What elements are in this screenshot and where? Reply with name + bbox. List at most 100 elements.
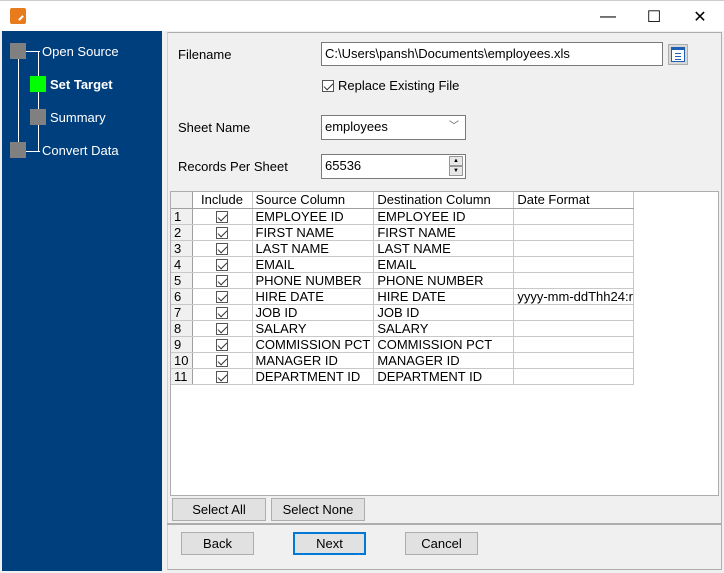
destination-column-cell[interactable]: SALARY xyxy=(373,320,515,337)
back-button[interactable]: Back xyxy=(181,532,254,555)
source-column-cell[interactable]: SALARY xyxy=(252,320,375,337)
destination-column-cell[interactable]: DEPARTMENT ID xyxy=(373,368,515,385)
include-checkbox[interactable] xyxy=(216,291,228,303)
cancel-button[interactable]: Cancel xyxy=(405,532,478,555)
table-row: 10 MANAGER ID MANAGER ID xyxy=(171,352,635,369)
row-number: 11 xyxy=(171,368,193,385)
header-date-format[interactable]: Date Format xyxy=(513,192,635,209)
source-column-cell[interactable]: MANAGER ID xyxy=(252,352,375,369)
column-mapping-table: Include Source Column Destination Column… xyxy=(171,192,635,385)
source-column-cell[interactable]: EMAIL xyxy=(252,256,375,273)
include-cell[interactable] xyxy=(192,224,253,241)
date-format-cell[interactable] xyxy=(513,208,635,225)
include-checkbox[interactable] xyxy=(216,227,228,239)
include-checkbox[interactable] xyxy=(216,307,228,319)
include-cell[interactable] xyxy=(192,336,253,353)
source-column-cell[interactable]: FIRST NAME xyxy=(252,224,375,241)
date-format-cell[interactable] xyxy=(513,272,635,289)
include-cell[interactable] xyxy=(192,368,253,385)
include-cell[interactable] xyxy=(192,304,253,321)
source-column-cell[interactable]: PHONE NUMBER xyxy=(252,272,375,289)
app-icon xyxy=(10,8,26,24)
sheet-name-value: employees xyxy=(325,119,388,134)
include-checkbox[interactable] xyxy=(216,355,228,367)
source-column-cell[interactable]: LAST NAME xyxy=(252,240,375,257)
destination-column-cell[interactable]: EMPLOYEE ID xyxy=(373,208,515,225)
sheet-name-label: Sheet Name xyxy=(178,120,251,135)
include-checkbox[interactable] xyxy=(216,243,228,255)
include-cell[interactable] xyxy=(192,256,253,273)
row-number: 1 xyxy=(171,208,193,225)
select-none-button[interactable]: Select None xyxy=(271,498,365,521)
row-number: 7 xyxy=(171,304,193,321)
destination-column-cell[interactable]: COMMISSION PCT xyxy=(373,336,515,353)
table-row: 7 JOB ID JOB ID xyxy=(171,304,635,321)
minimize-button[interactable]: — xyxy=(585,1,631,32)
include-cell[interactable] xyxy=(192,272,253,289)
records-per-sheet-label: Records Per Sheet xyxy=(178,159,288,174)
header-source-column[interactable]: Source Column xyxy=(252,192,375,209)
select-all-button[interactable]: Select All xyxy=(172,498,266,521)
filename-label: Filename xyxy=(178,47,232,62)
maximize-button[interactable]: ☐ xyxy=(631,1,677,32)
date-format-cell[interactable] xyxy=(513,224,635,241)
minimize-icon: — xyxy=(600,7,616,25)
date-format-cell[interactable] xyxy=(513,336,635,353)
include-cell[interactable] xyxy=(192,288,253,305)
row-number: 10 xyxy=(171,352,193,369)
include-cell[interactable] xyxy=(192,240,253,257)
table-row: 3 LAST NAME LAST NAME xyxy=(171,240,635,257)
row-number: 8 xyxy=(171,320,193,337)
table-row: 5 PHONE NUMBER PHONE NUMBER xyxy=(171,272,635,289)
destination-column-cell[interactable]: HIRE DATE xyxy=(373,288,515,305)
source-column-cell[interactable]: DEPARTMENT ID xyxy=(252,368,375,385)
source-column-cell[interactable]: COMMISSION PCT xyxy=(252,336,375,353)
source-column-cell[interactable]: JOB ID xyxy=(252,304,375,321)
date-format-cell[interactable] xyxy=(513,304,635,321)
include-cell[interactable] xyxy=(192,208,253,225)
date-format-cell[interactable] xyxy=(513,240,635,257)
include-cell[interactable] xyxy=(192,352,253,369)
destination-column-cell[interactable]: PHONE NUMBER xyxy=(373,272,515,289)
row-number: 3 xyxy=(171,240,193,257)
date-format-cell[interactable] xyxy=(513,320,635,337)
records-per-sheet-value: 65536 xyxy=(325,158,362,173)
include-checkbox[interactable] xyxy=(216,323,228,335)
table-row: 2 FIRST NAME FIRST NAME xyxy=(171,224,635,241)
header-include[interactable]: Include xyxy=(192,192,253,209)
row-number: 9 xyxy=(171,336,193,353)
header-rownum xyxy=(171,192,193,209)
spin-down-button[interactable]: ▼ xyxy=(449,166,463,176)
spin-up-button[interactable]: ▲ xyxy=(449,156,463,166)
row-number: 6 xyxy=(171,288,193,305)
destination-column-cell[interactable]: MANAGER ID xyxy=(373,352,515,369)
header-destination-column[interactable]: Destination Column xyxy=(373,192,515,209)
records-per-sheet-spinner[interactable]: 65536 ▲ ▼ xyxy=(321,154,466,179)
date-format-cell[interactable] xyxy=(513,352,635,369)
row-number: 2 xyxy=(171,224,193,241)
row-number: 5 xyxy=(171,272,193,289)
include-checkbox[interactable] xyxy=(216,275,228,287)
include-cell[interactable] xyxy=(192,320,253,337)
include-checkbox[interactable] xyxy=(216,211,228,223)
destination-column-cell[interactable]: JOB ID xyxy=(373,304,515,321)
replace-existing-checkbox[interactable]: Replace Existing File xyxy=(322,78,459,93)
include-checkbox[interactable] xyxy=(216,259,228,271)
source-column-cell[interactable]: EMPLOYEE ID xyxy=(252,208,375,225)
include-checkbox[interactable] xyxy=(216,371,228,383)
destination-column-cell[interactable]: EMAIL xyxy=(373,256,515,273)
date-format-cell[interactable] xyxy=(513,368,635,385)
source-column-cell[interactable]: HIRE DATE xyxy=(252,288,375,305)
close-button[interactable]: ✕ xyxy=(677,1,723,32)
include-checkbox[interactable] xyxy=(216,339,228,351)
step-summary-marker xyxy=(30,109,46,125)
destination-column-cell[interactable]: LAST NAME xyxy=(373,240,515,257)
destination-column-cell[interactable]: FIRST NAME xyxy=(373,224,515,241)
date-format-cell[interactable]: yyyy-mm-ddThh24:r xyxy=(513,288,635,305)
sheet-name-select[interactable]: employees ﹀ xyxy=(321,115,466,140)
browse-button[interactable] xyxy=(668,44,688,65)
next-button[interactable]: Next xyxy=(293,532,366,555)
date-format-cell[interactable] xyxy=(513,256,635,273)
filename-input[interactable]: C:\Users\pansh\Documents\employees.xls xyxy=(321,42,663,66)
column-mapping-grid: Include Source Column Destination Column… xyxy=(170,191,719,496)
